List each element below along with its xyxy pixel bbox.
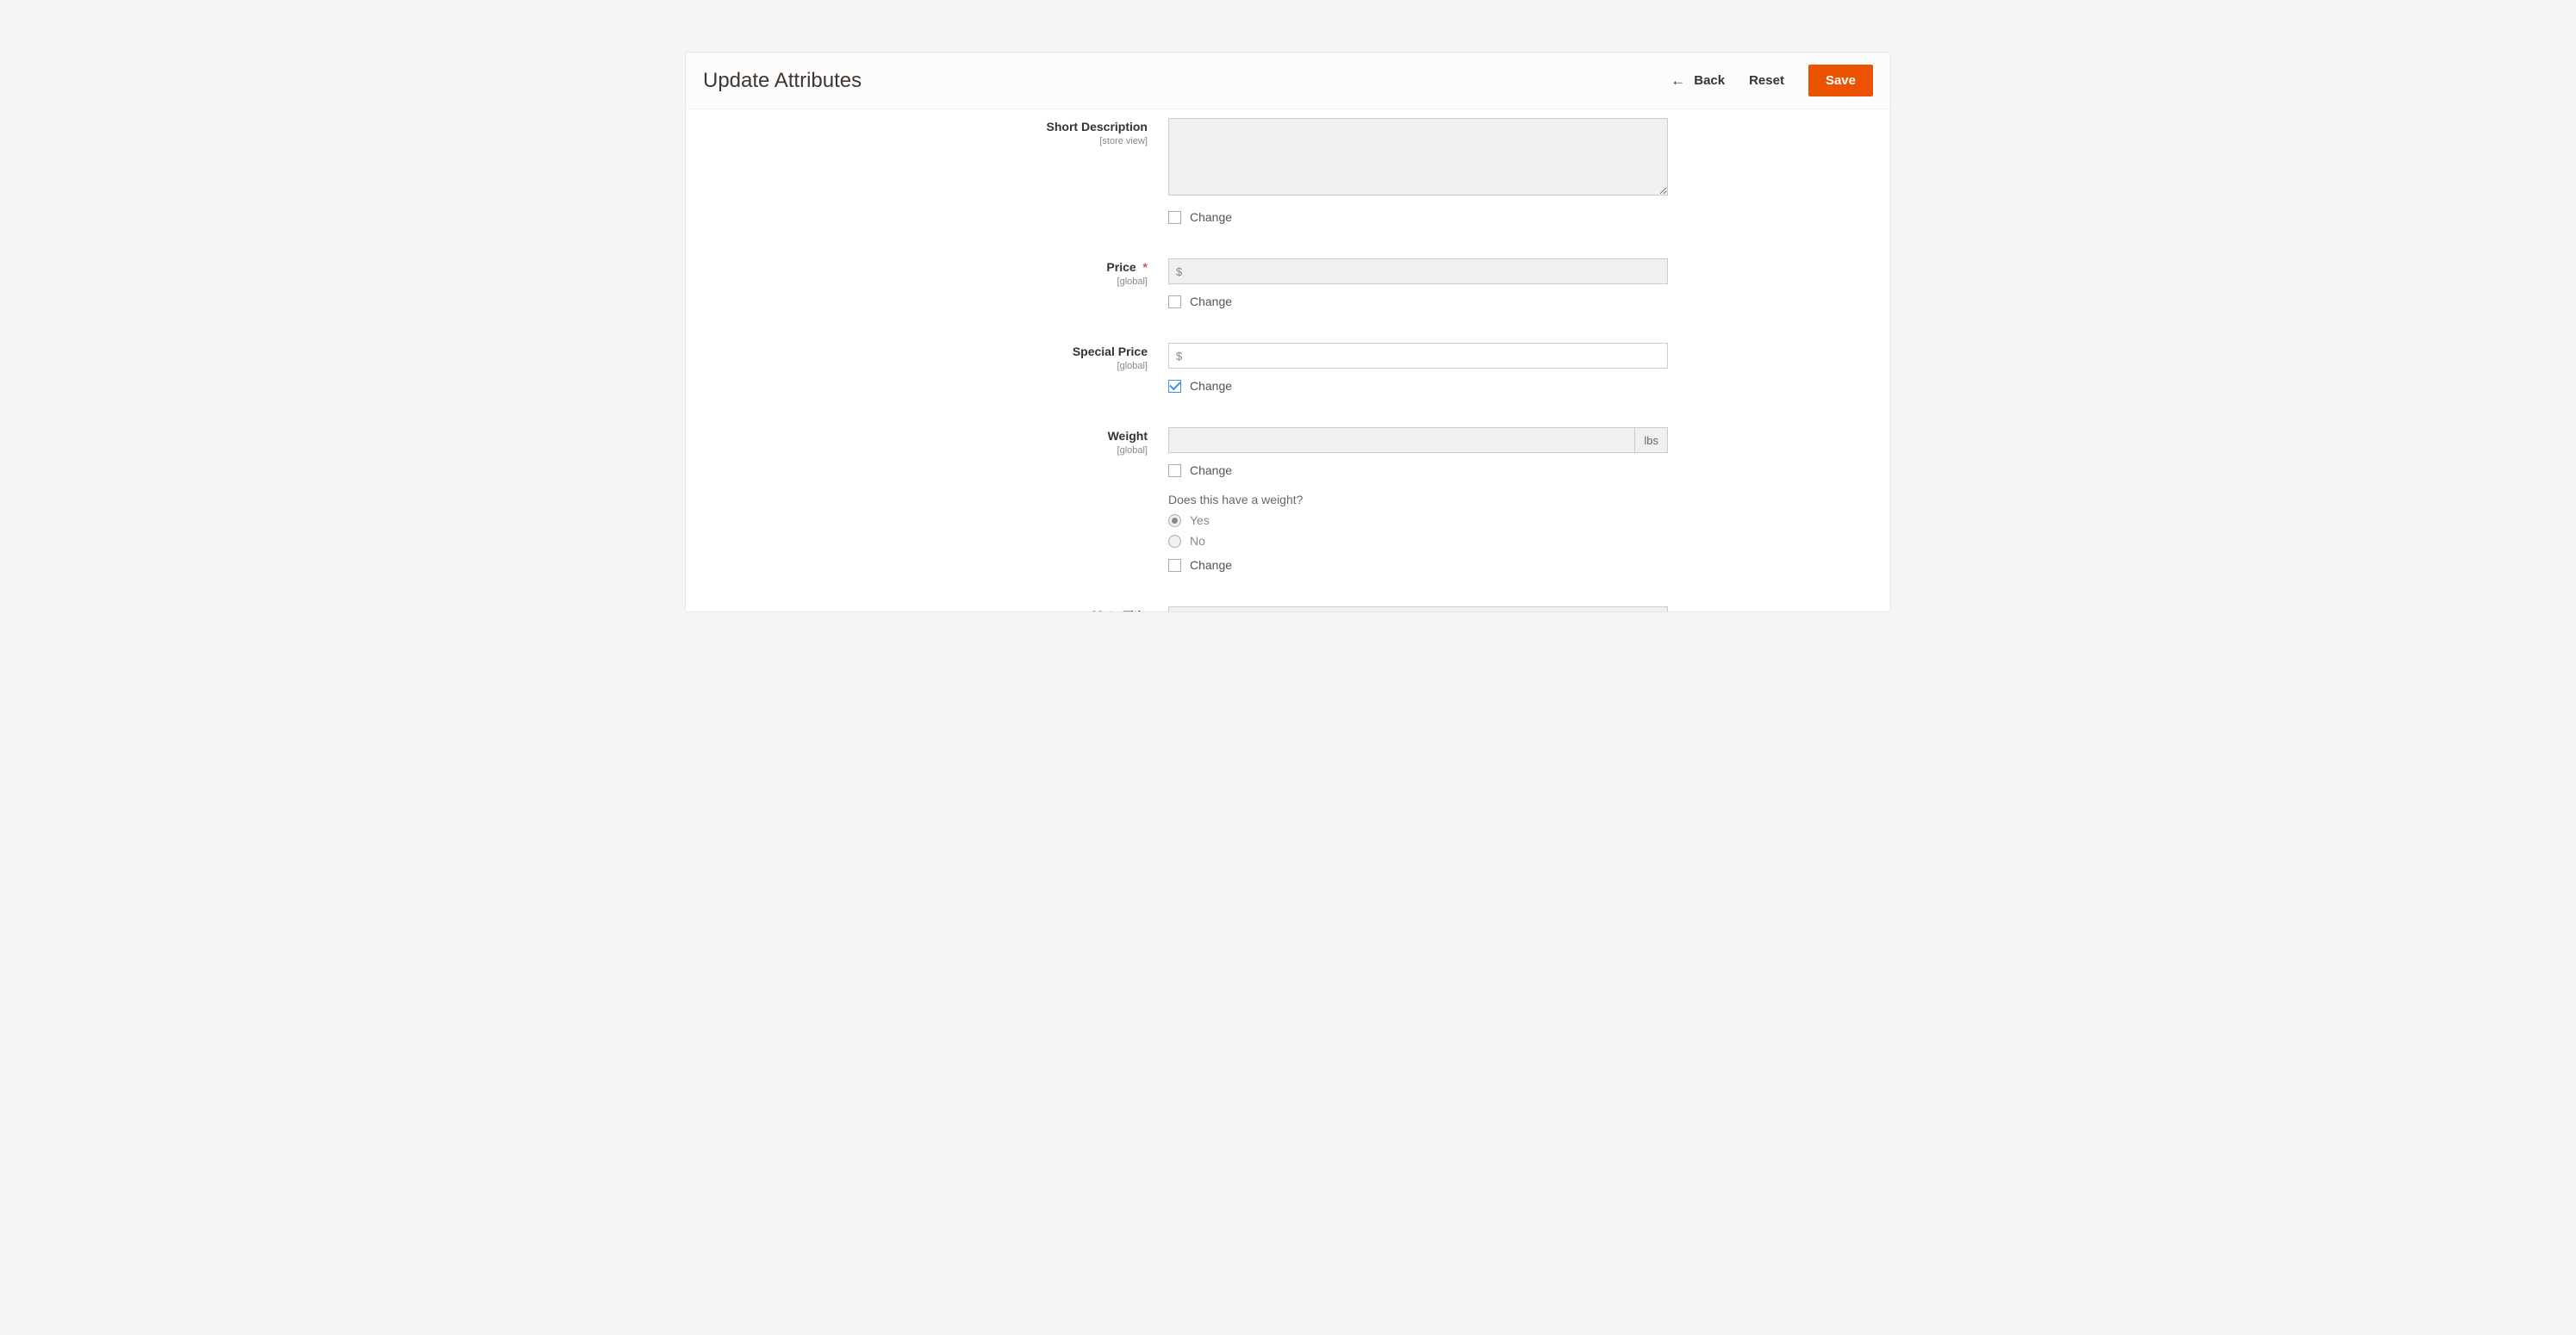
has-weight-no-row: No bbox=[1168, 534, 1668, 548]
field-label-col: Short Description [store view] bbox=[703, 118, 1168, 224]
weight-change-checkbox[interactable] bbox=[1168, 464, 1181, 477]
reset-button-label: Reset bbox=[1749, 73, 1784, 88]
has-weight-change-row: Change bbox=[1168, 558, 1668, 572]
field-price: Price * [global] Change bbox=[703, 258, 1873, 308]
save-button[interactable]: Save bbox=[1808, 65, 1873, 96]
weight-input-wrap: lbs bbox=[1168, 427, 1668, 453]
short-description-change-label: Change bbox=[1190, 210, 1232, 224]
short-description-change-checkbox[interactable] bbox=[1168, 211, 1181, 224]
price-input[interactable] bbox=[1168, 258, 1668, 284]
special-price-change-row: Change bbox=[1168, 379, 1668, 393]
field-label-col: Special Price [global] bbox=[703, 343, 1168, 393]
short-description-change-row: Change bbox=[1168, 210, 1668, 224]
weight-scope: [global] bbox=[703, 445, 1148, 456]
field-label-col: Meta Title [store view] bbox=[703, 606, 1168, 612]
has-weight-question: Does this have a weight? bbox=[1168, 493, 1668, 506]
weight-change-row: Change bbox=[1168, 463, 1668, 477]
has-weight-yes-radio[interactable] bbox=[1168, 514, 1181, 527]
weight-suffix: lbs bbox=[1635, 427, 1668, 453]
has-weight-change-label: Change bbox=[1190, 558, 1232, 572]
weight-change-label: Change bbox=[1190, 463, 1232, 477]
field-input-col: lbs Change Does this have a weight? Yes … bbox=[1168, 427, 1668, 572]
header-actions: ← Back Reset Save bbox=[1671, 65, 1873, 96]
field-meta-title: Meta Title [store view] bbox=[703, 606, 1873, 612]
price-change-checkbox[interactable] bbox=[1168, 295, 1181, 308]
has-weight-no-label: No bbox=[1190, 534, 1205, 548]
field-input-col: Change bbox=[1168, 118, 1668, 224]
meta-title-label: Meta Title bbox=[1092, 608, 1148, 612]
price-change-label: Change bbox=[1190, 295, 1232, 308]
has-weight-yes-label: Yes bbox=[1190, 513, 1210, 527]
field-input-col bbox=[1168, 606, 1668, 612]
field-input-col: Change bbox=[1168, 258, 1668, 308]
has-weight-no-radio[interactable] bbox=[1168, 535, 1181, 548]
required-asterisk-icon: * bbox=[1143, 260, 1148, 274]
field-input-col: Change bbox=[1168, 343, 1668, 393]
field-short-description: Short Description [store view] Change bbox=[703, 118, 1873, 224]
has-weight-yes-row: Yes bbox=[1168, 513, 1668, 527]
back-button-label: Back bbox=[1694, 73, 1725, 88]
special-price-input[interactable] bbox=[1168, 343, 1668, 369]
price-label: Price bbox=[1106, 260, 1136, 274]
update-attributes-panel: Update Attributes ← Back Reset Save Shor… bbox=[685, 52, 1891, 612]
field-weight: Weight [global] lbs Change Does this hav… bbox=[703, 427, 1873, 572]
price-change-row: Change bbox=[1168, 295, 1668, 308]
field-special-price: Special Price [global] Change bbox=[703, 343, 1873, 393]
save-button-label: Save bbox=[1826, 73, 1856, 88]
weight-label: Weight bbox=[1108, 429, 1148, 443]
form-body: Short Description [store view] Change Pr… bbox=[686, 109, 1890, 612]
back-arrow-icon: ← bbox=[1671, 73, 1685, 88]
reset-button[interactable]: Reset bbox=[1749, 73, 1784, 88]
field-label-col: Price * [global] bbox=[703, 258, 1168, 308]
page-title: Update Attributes bbox=[703, 69, 1671, 93]
short-description-input[interactable] bbox=[1168, 118, 1668, 196]
price-scope: [global] bbox=[703, 276, 1148, 287]
weight-input[interactable] bbox=[1168, 427, 1635, 453]
special-price-scope: [global] bbox=[703, 361, 1148, 371]
meta-title-input[interactable] bbox=[1168, 606, 1668, 612]
special-price-label: Special Price bbox=[1073, 345, 1148, 358]
field-label-col: Weight [global] bbox=[703, 427, 1168, 572]
special-price-change-label: Change bbox=[1190, 379, 1232, 393]
page-header: Update Attributes ← Back Reset Save bbox=[686, 53, 1890, 109]
special-price-change-checkbox[interactable] bbox=[1168, 380, 1181, 393]
back-button[interactable]: ← Back bbox=[1671, 73, 1725, 88]
short-description-scope: [store view] bbox=[703, 136, 1148, 146]
has-weight-change-checkbox[interactable] bbox=[1168, 559, 1181, 572]
short-description-label: Short Description bbox=[1047, 120, 1148, 134]
